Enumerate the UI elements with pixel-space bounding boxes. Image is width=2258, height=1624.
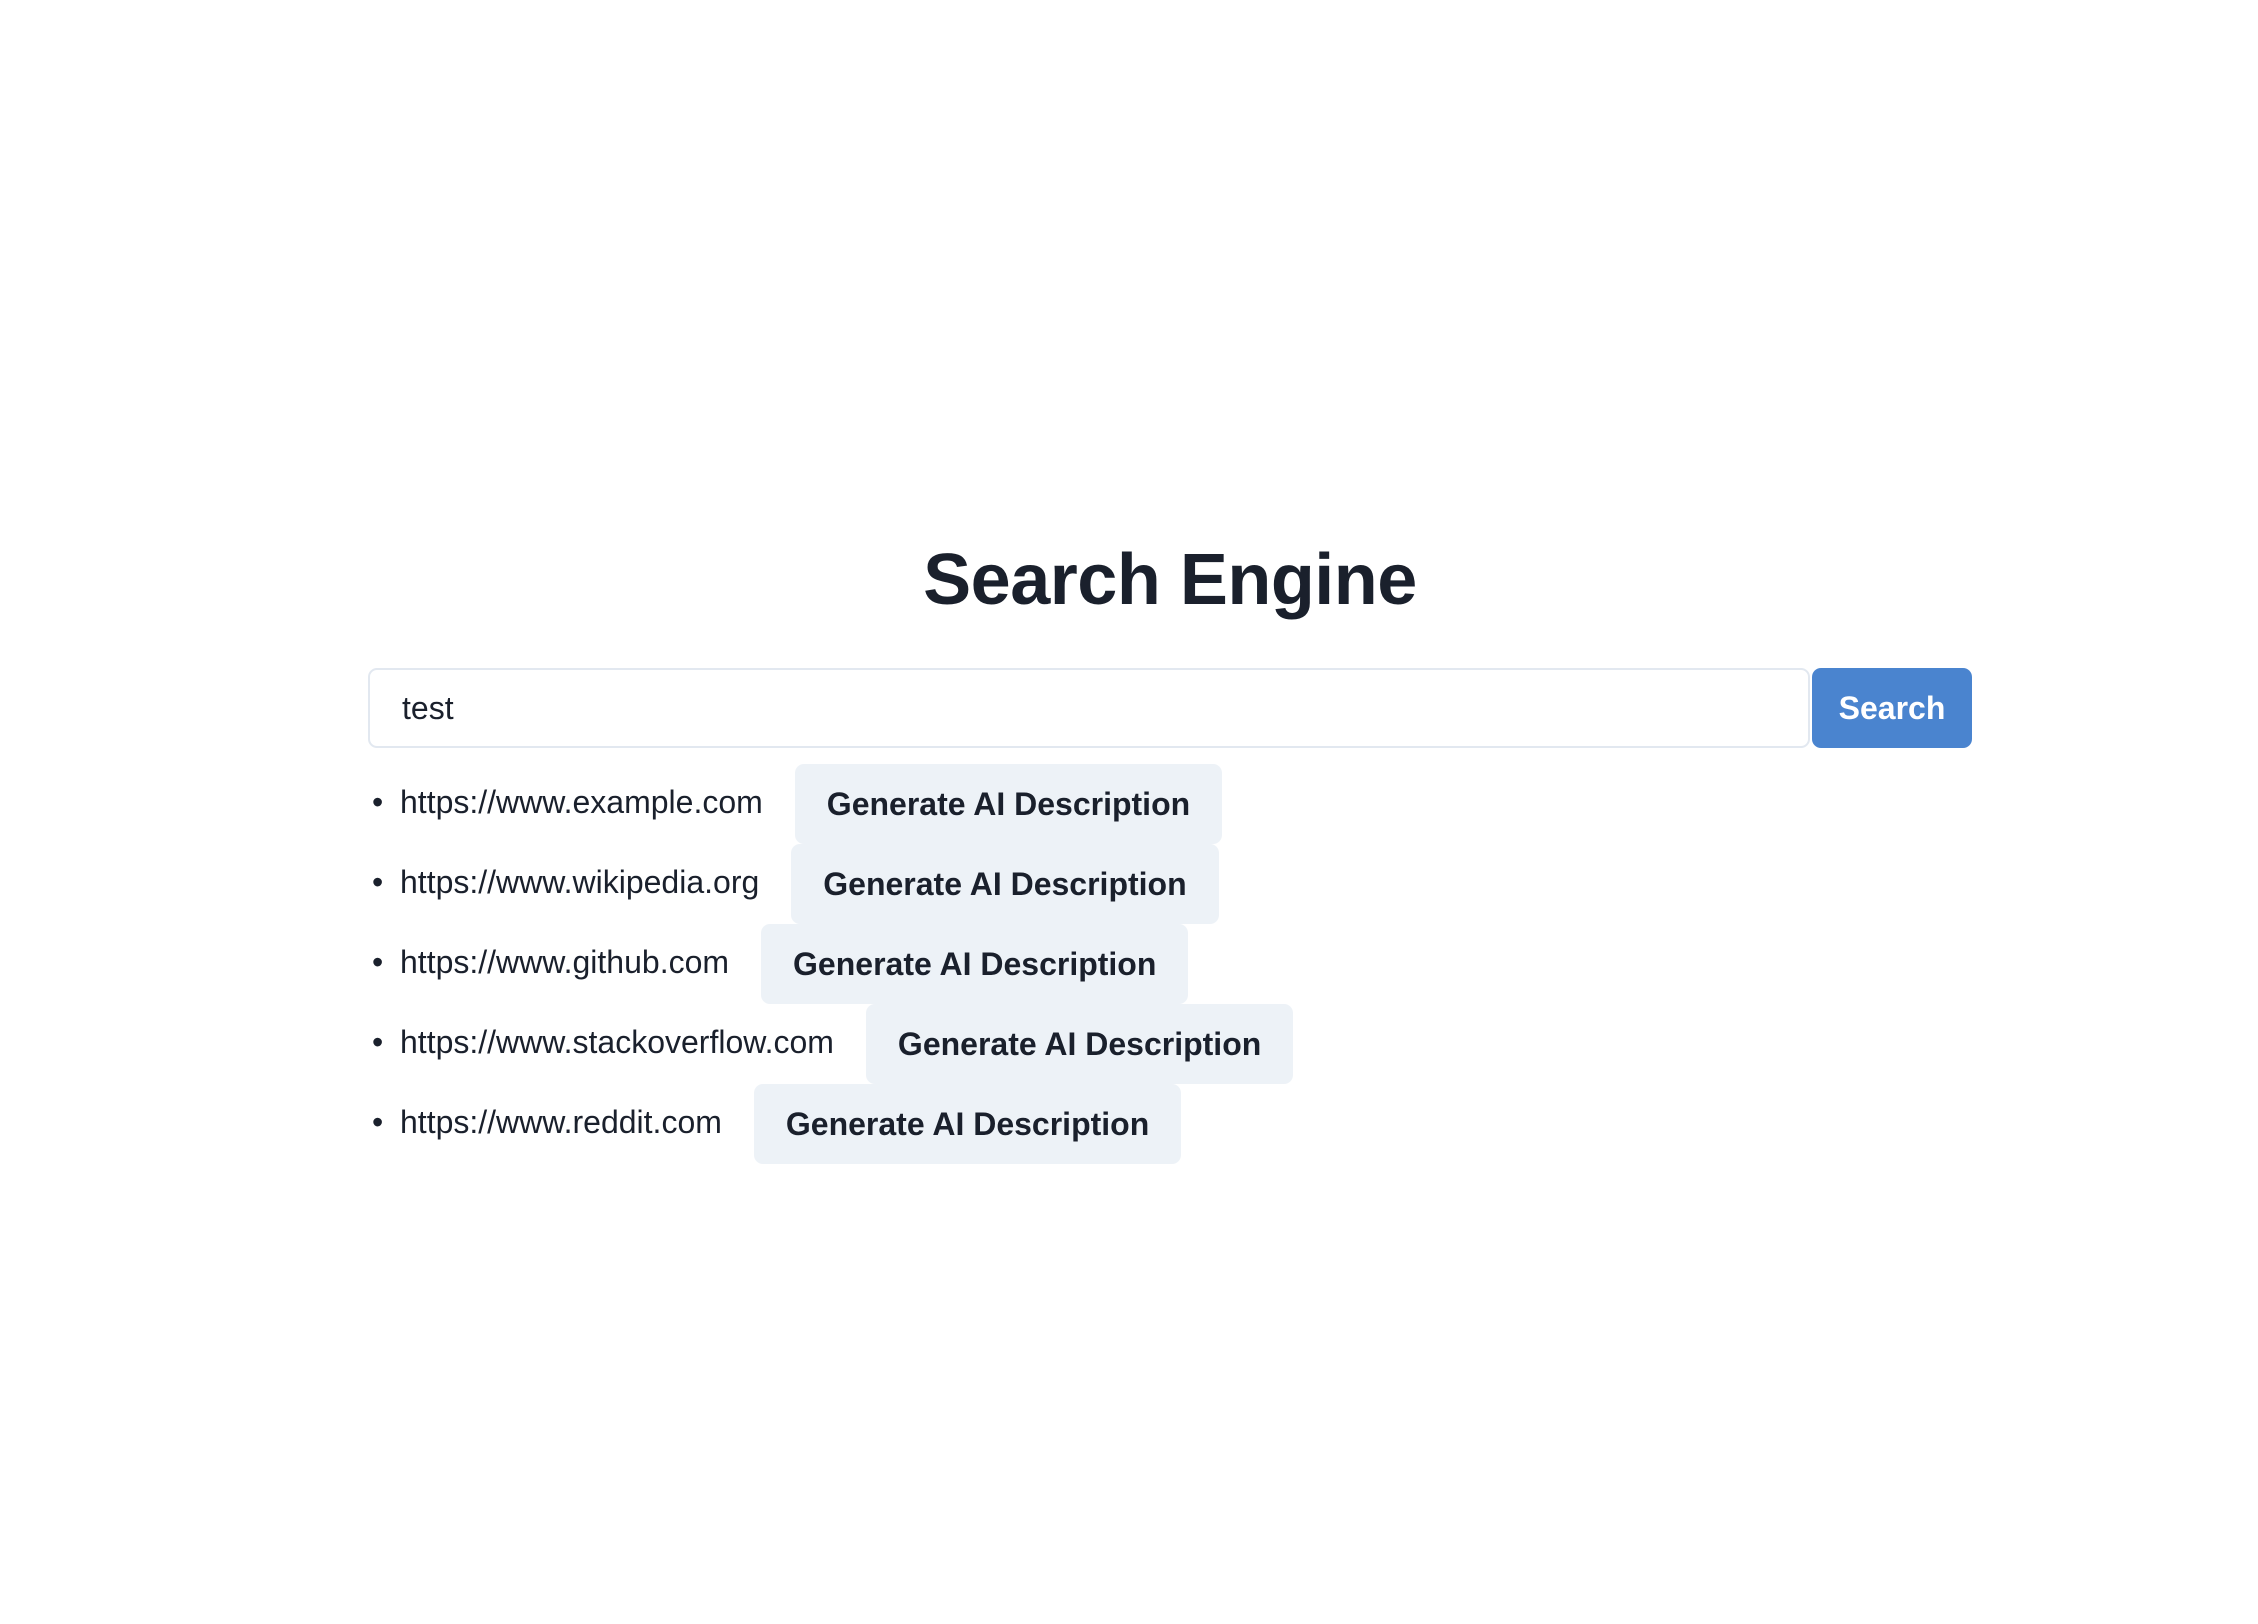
generate-ai-description-button[interactable]: Generate AI Description [794,764,1223,844]
generate-ai-description-button[interactable]: Generate AI Description [865,1004,1294,1084]
result-item: • https://www.example.com Generate AI De… [368,764,1972,844]
search-button[interactable]: Search [1812,668,1972,748]
result-url[interactable]: https://www.wikipedia.org [400,844,759,920]
result-item: • https://www.github.com Generate AI Des… [368,924,1972,1004]
generate-ai-description-button[interactable]: Generate AI Description [761,924,1189,1004]
bullet-icon: • [372,944,384,980]
result-url[interactable]: https://www.example.com [400,764,763,840]
generate-ai-description-button[interactable]: Generate AI Description [753,1084,1182,1164]
results-list: • https://www.example.com Generate AI De… [368,764,1972,1164]
result-url[interactable]: https://www.github.com [400,924,729,1000]
bullet-icon: • [372,1104,384,1140]
result-item: • https://www.stackoverflow.com Generate… [368,1004,1972,1084]
search-bar: Search [368,668,1972,748]
page-title: Search Engine [923,540,1417,620]
result-url[interactable]: https://www.stackoverflow.com [400,1004,834,1080]
result-url[interactable]: https://www.reddit.com [400,1084,722,1160]
bullet-icon: • [372,864,384,900]
result-item: • https://www.reddit.com Generate AI Des… [368,1084,1972,1164]
generate-ai-description-button[interactable]: Generate AI Description [791,844,1219,924]
result-item: • https://www.wikipedia.org Generate AI … [368,844,1972,924]
bullet-icon: • [372,784,384,820]
search-app: Search Engine Search • https://www.examp… [368,530,1972,1164]
bullet-icon: • [372,1024,384,1060]
search-input[interactable] [368,668,1810,748]
